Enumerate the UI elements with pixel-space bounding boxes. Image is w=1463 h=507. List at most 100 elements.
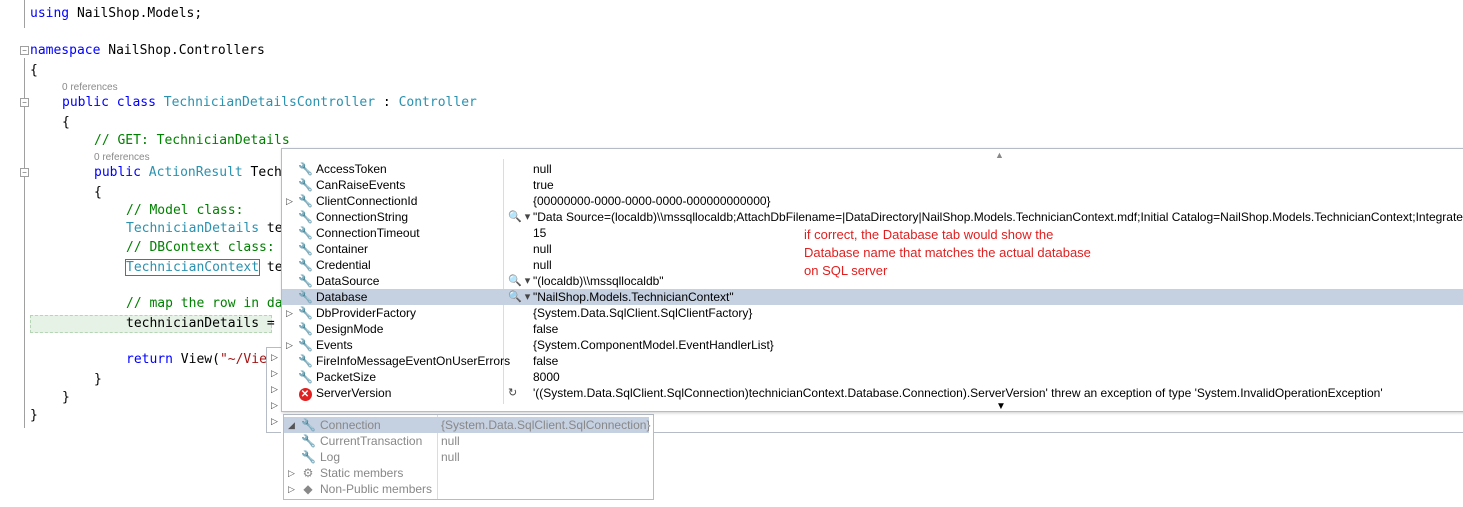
code-line-return: return View("~/Vie — [126, 352, 267, 367]
code-line-assign: technicianDetails = — [126, 316, 283, 331]
expand-arrow-icon[interactable]: ▷ — [286, 337, 293, 353]
property-name: ConnectionTimeout — [316, 226, 420, 240]
wrench-icon: 🔧 — [298, 274, 313, 288]
code-line-class-close: } — [62, 390, 70, 405]
expand-arrow-icon[interactable]: ▷ — [271, 400, 278, 411]
datatip-row-events[interactable]: ▷ 🔧 Events {System.ComponentModel.EventHand… — [282, 337, 1463, 353]
property-name: Events — [316, 338, 353, 352]
property-name: ConnectionString — [316, 210, 409, 224]
property-value[interactable]: true — [533, 177, 554, 193]
code-line-model-decl: TechnicianDetails te — [126, 221, 283, 236]
fold-toggle-class[interactable]: − — [20, 98, 29, 107]
property-value[interactable]: 15 — [533, 225, 546, 241]
code-line-method-open: { — [94, 185, 102, 200]
datatip2-row-non-public-members[interactable]: ▷ ◆ Non-Public members — [284, 481, 649, 497]
codelens-references-method[interactable]: 0 references — [94, 152, 150, 163]
datatip-row-extension — [652, 410, 1463, 433]
wrench-lock-icon: 🔧 — [298, 178, 313, 192]
property-name: AccessToken — [316, 162, 387, 176]
wrench-icon: 🔧 — [298, 354, 313, 368]
datatip-row-canraiseevents[interactable]: 🔧 CanRaiseEvents true — [282, 177, 1463, 193]
property-value[interactable]: null — [441, 433, 460, 449]
datatip-connection: ▲ 🔧 AccessToken null 🔧 CanRaiseEvents true ▷ 🔧 C… — [281, 148, 1463, 412]
expand-arrow-icon[interactable]: ▷ — [271, 384, 278, 395]
property-name: ServerVersion — [316, 386, 392, 400]
expand-arrow-icon[interactable]: ▷ — [286, 193, 293, 209]
codelens-references-class[interactable]: 0 references — [62, 82, 118, 93]
scroll-down-arrow-icon[interactable]: ▼ — [996, 401, 1006, 411]
wrench-lock-icon: 🔧 — [298, 338, 313, 352]
wrench-icon: 🔧 — [301, 450, 316, 464]
expand-arrow-icon[interactable]: ▷ — [286, 305, 293, 321]
property-name: Credential — [316, 258, 371, 272]
code-line-method-close: } — [94, 372, 102, 387]
datatip-row-database[interactable]: 🔧 Database 🔍 ▾ "NailShop.Models.TechnicianC… — [282, 289, 1463, 305]
visualizer-icon[interactable]: ↻ — [508, 385, 517, 401]
wrench-icon: 🔧 — [298, 370, 313, 384]
property-value[interactable]: {00000000-0000-0000-0000-000000000000} — [533, 193, 771, 209]
wrench-lock-icon: 🔧 — [298, 306, 313, 320]
datatip-row-fireinfomessageeventonusererrors[interactable]: 🔧 FireInfoMessageEventOnUserErrors false — [282, 353, 1463, 369]
wrench-icon: 🔧 — [298, 162, 313, 176]
expand-arrow-icon[interactable]: ▷ — [288, 481, 295, 497]
highlighted-context-type[interactable]: TechnicianContext — [124, 259, 261, 276]
property-value[interactable]: "(localdb)\\mssqllocaldb" — [533, 273, 664, 289]
annotation-line: Database name that matches the actual da… — [804, 245, 1091, 260]
expand-arrow-icon[interactable]: ▷ — [288, 465, 295, 481]
annotation-line: if correct, the Database tab would show … — [804, 227, 1054, 242]
parent-datatip-edge: ▷ ▷ ▷ ▷ ▷ — [266, 347, 281, 433]
property-name: FireInfoMessageEventOnUserErrors — [316, 354, 511, 368]
property-value[interactable]: '((System.Data.SqlClient.SqlConnection)t… — [533, 385, 1383, 401]
datatip2-row-log[interactable]: 🔧 Log null — [284, 449, 649, 465]
visualizer-icon[interactable]: 🔍 ▾ — [508, 209, 530, 225]
property-name: Database — [316, 290, 368, 304]
datatip-row-serverversion[interactable]: ✕ ServerVersion ↻ '((System.Data.SqlClient.… — [282, 385, 1463, 401]
datatip-row-designmode[interactable]: 🔧 DesignMode false — [282, 321, 1463, 337]
property-value[interactable]: {System.Data.SqlClient.SqlConnection} — [441, 417, 650, 433]
outline-guide — [24, 58, 25, 428]
property-name: DesignMode — [316, 322, 384, 336]
property-name: Connection — [320, 418, 381, 432]
code-line-comment-model: // Model class: — [126, 203, 244, 218]
property-value[interactable]: "NailShop.Models.TechnicianContext" — [533, 289, 734, 305]
property-value[interactable]: false — [533, 321, 558, 337]
property-value[interactable]: null — [533, 161, 552, 177]
expand-arrow-icon[interactable]: ◢ — [288, 417, 295, 433]
datatip2-row-currenttransaction[interactable]: 🔧 CurrentTransaction null — [284, 433, 649, 449]
expand-arrow-icon[interactable]: ▷ — [271, 368, 278, 379]
property-value[interactable]: null — [533, 257, 552, 273]
code-line-context-decl: TechnicianContext te — [124, 259, 283, 276]
property-value[interactable]: null — [441, 449, 460, 465]
annotation-note: if correct, the Database tab would show … — [804, 226, 1091, 280]
datatip-row-packetsize[interactable]: 🔧 PacketSize 8000 — [282, 369, 1463, 385]
code-line-comment-dbcontext: // DBContext class: — [126, 240, 275, 255]
code-line-comment-map: // map the row in da — [126, 296, 283, 311]
fold-toggle-method[interactable]: − — [20, 168, 29, 177]
expand-arrow-icon[interactable]: ▷ — [271, 416, 278, 427]
property-value[interactable]: 8000 — [533, 369, 560, 385]
visualizer-icon[interactable]: 🔍 ▾ — [508, 289, 530, 305]
visualizer-icon[interactable]: 🔍 ▾ — [508, 273, 530, 289]
datatip-row-connectionstring[interactable]: 🔧 ConnectionString 🔍 ▾ "Data Source=(locald… — [282, 209, 1463, 225]
annotation-line: on SQL server — [804, 263, 888, 278]
property-value[interactable]: false — [533, 353, 558, 369]
scroll-up-arrow-icon[interactable]: ▲ — [995, 150, 1004, 160]
property-value[interactable]: {System.ComponentModel.EventHandlerList} — [533, 337, 774, 353]
datatip-row-accesstoken[interactable]: 🔧 AccessToken null — [282, 161, 1463, 177]
datatip-row-dbproviderfactory[interactable]: ▷ 🔧 DbProviderFactory {System.Data.SqlClien… — [282, 305, 1463, 321]
property-value[interactable]: "Data Source=(localdb)\\mssqllocaldb;Att… — [533, 209, 1463, 225]
property-name: PacketSize — [316, 370, 377, 384]
expand-arrow-icon[interactable]: ▷ — [271, 352, 278, 363]
code-line-class-open: { — [62, 115, 70, 130]
property-value[interactable]: {System.Data.SqlClient.SqlClientFactory} — [533, 305, 752, 321]
property-value[interactable]: null — [533, 241, 552, 257]
fold-toggle-namespace[interactable]: − — [20, 46, 29, 55]
datatip2-row-static-members[interactable]: ▷ ⚙ Static members — [284, 465, 649, 481]
datatip2-row-connection[interactable]: ◢ 🔧 Connection {System.Data.SqlClient.SqlCo… — [284, 417, 650, 433]
datatip-row-clientconnectionid[interactable]: ▷ 🔧 ClientConnectionId {00000000-0000-0000-… — [282, 193, 1463, 209]
property-name: Container — [316, 242, 369, 256]
code-line-comment-get: // GET: TechnicianDetails — [94, 133, 290, 148]
code-line-namespace: namespace NailShop.Controllers — [30, 43, 265, 58]
code-line-method-decl: public ActionResult Tech — [94, 165, 282, 180]
wrench-icon: 🔧 — [298, 290, 313, 304]
